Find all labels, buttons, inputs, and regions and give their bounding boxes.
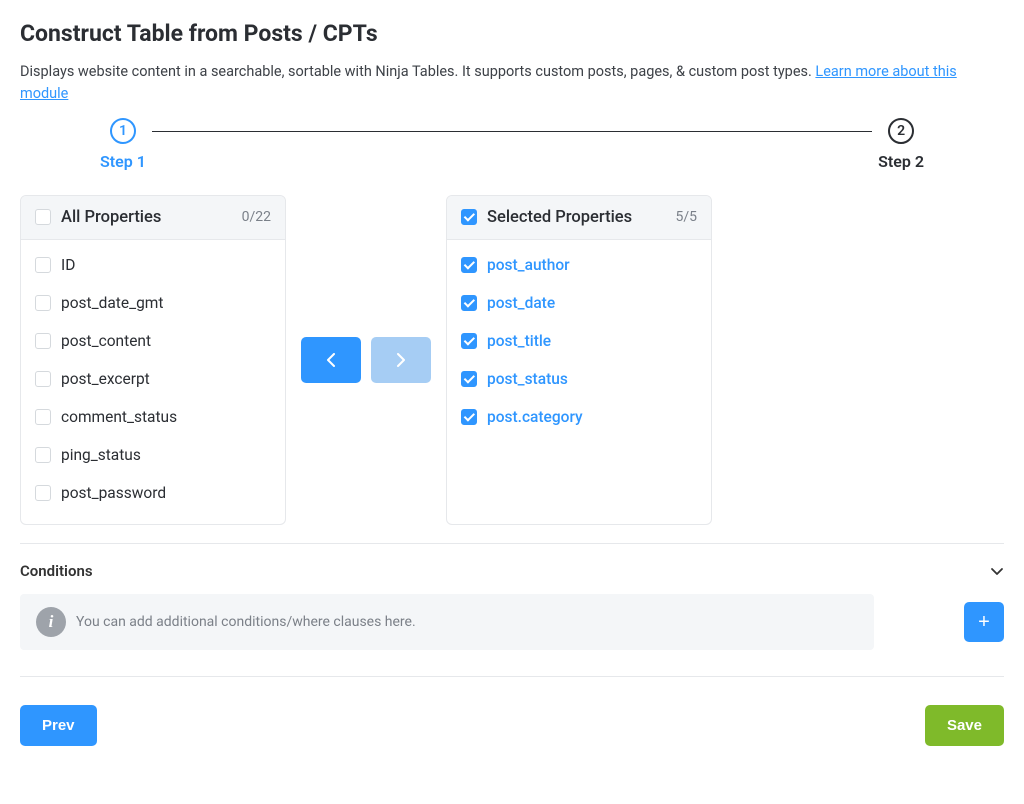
conditions-help: i You can add additional conditions/wher… [20,594,874,650]
chevron-right-icon [396,353,406,367]
step-2[interactable]: 2 Step 2 [878,118,924,171]
all-properties-count: 0/22 [242,209,271,225]
selected-properties-list: post_author post_date post_title post_statu… [447,240,711,442]
transfer-widget: All Properties 0/22 ID post_date_gmt post_… [20,195,1004,525]
step-1-circle: 1 [110,118,136,144]
item-label: post_date [487,294,555,312]
all-properties-header: All Properties 0/22 [21,196,285,240]
list-item[interactable]: post_title [447,322,711,360]
item-label: ping_status [61,446,141,464]
all-properties-title: All Properties [61,208,232,227]
item-label: comment_status [61,408,177,426]
selected-properties-checkbox[interactable] [461,209,477,225]
item-label: post_status [487,370,568,388]
list-item[interactable]: ID [21,246,285,284]
save-button[interactable]: Save [925,705,1004,746]
page-title: Construct Table from Posts / CPTs [20,20,1004,47]
item-checkbox[interactable] [461,295,477,311]
list-item[interactable]: comment_status [21,398,285,436]
conditions-section: Conditions i You can add additional cond… [20,543,1004,664]
list-item[interactable]: post_password [21,474,285,512]
page-description: Displays website content in a searchable… [20,61,1004,106]
selected-properties-panel: Selected Properties 5/5 post_authorpost_… [446,195,712,525]
list-item[interactable]: ping_status [21,436,285,474]
list-item[interactable]: post_content [21,322,285,360]
move-left-button[interactable] [301,337,361,383]
selected-properties-title: Selected Properties [487,208,665,227]
step-1[interactable]: 1 Step 1 [100,118,146,171]
item-checkbox[interactable] [35,447,51,463]
conditions-row: i You can add additional conditions/wher… [20,594,1004,650]
item-checkbox[interactable] [35,371,51,387]
info-icon: i [36,607,66,637]
item-checkbox[interactable] [35,295,51,311]
step-connector [152,131,872,132]
item-label: post_excerpt [61,370,150,388]
prev-button[interactable]: Prev [20,705,97,746]
description-text: Displays website content in a searchable… [20,63,815,80]
item-label: ID [61,256,75,274]
item-checkbox[interactable] [461,257,477,273]
item-label: post.category [487,408,583,426]
item-label: post_content [61,332,151,350]
item-checkbox[interactable] [461,409,477,425]
chevron-left-icon [326,353,336,367]
footer-actions: Prev Save [20,676,1004,746]
item-checkbox[interactable] [35,409,51,425]
list-item[interactable]: post_excerpt [21,360,285,398]
item-label: post_author [487,256,570,274]
step-2-label: Step 2 [878,152,924,171]
move-right-button[interactable] [371,337,431,383]
list-item[interactable]: post_author [447,246,711,284]
item-checkbox[interactable] [461,371,477,387]
item-checkbox[interactable] [461,333,477,349]
conditions-toggle[interactable]: Conditions [20,562,1004,580]
selected-properties-header: Selected Properties 5/5 [447,196,711,240]
transfer-controls [286,195,446,525]
step-1-label: Step 1 [100,152,146,171]
list-item[interactable]: post_date_gmt [21,284,285,322]
item-label: post_password [61,484,166,502]
selected-properties-count: 5/5 [675,209,697,225]
item-label: post_title [487,332,551,350]
conditions-help-text: You can add additional conditions/where … [76,614,416,630]
chevron-down-icon [990,564,1004,578]
list-item[interactable]: post_status [447,360,711,398]
item-checkbox[interactable] [35,333,51,349]
list-item[interactable]: post_date [447,284,711,322]
item-label: post_date_gmt [61,294,163,312]
all-properties-list: ID post_date_gmt post_content post_excerptc… [21,240,285,518]
item-checkbox[interactable] [35,485,51,501]
conditions-heading: Conditions [20,562,93,580]
all-properties-checkbox[interactable] [35,209,51,225]
all-properties-panel: All Properties 0/22 ID post_date_gmt post_… [20,195,286,525]
add-condition-button[interactable]: + [964,602,1004,642]
step-2-circle: 2 [888,118,914,144]
item-checkbox[interactable] [35,257,51,273]
stepper: 1 Step 1 2 Step 2 [20,118,1004,171]
list-item[interactable]: post.category [447,398,711,436]
